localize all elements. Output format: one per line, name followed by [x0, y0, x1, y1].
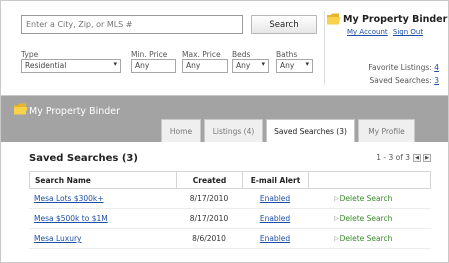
created-date: 8/6/2010: [192, 234, 226, 243]
table-row: Mesa Lots $300k+ 8/17/2010 Enabled ▷ Dele…: [29, 189, 431, 209]
panel-title: My Property Binder: [29, 106, 121, 117]
search-button[interactable]: Search: [251, 15, 317, 34]
saved-searches-content: Saved Searches (3) 1 - 3 of 3 ◀ ▶ Search…: [1, 142, 448, 262]
favorite-listings-count-link[interactable]: 4: [434, 63, 439, 72]
table-row: Mesa $500k to $1M 8/17/2010 Enabled ▷ Del…: [29, 209, 431, 229]
baths-value: Any: [280, 61, 295, 70]
email-alert-toggle[interactable]: Enabled: [260, 234, 290, 243]
saved-searches-label: Saved Searches:: [369, 76, 432, 85]
tab-home[interactable]: Home: [161, 119, 201, 142]
beds-select[interactable]: Any ▾: [232, 59, 269, 73]
type-label: Type: [21, 50, 39, 59]
min-price-value: Any: [135, 61, 150, 70]
delete-search-button[interactable]: ▷ Delete Search: [308, 209, 429, 228]
account-links: My Account Sign Out: [347, 28, 426, 36]
dropdown-arrow-icon: ▾: [305, 60, 309, 68]
pager-text: 1 - 3 of 3: [376, 153, 410, 162]
dropdown-arrow-icon: ▾: [261, 60, 265, 68]
email-alert-toggle[interactable]: Enabled: [260, 194, 290, 203]
search-name-link[interactable]: Mesa $500k to $1M: [34, 214, 108, 223]
search-name-link[interactable]: Mesa Lots $300k+: [34, 194, 104, 203]
folder-icon: [14, 103, 28, 115]
saved-searches-count-link[interactable]: 3: [434, 76, 439, 85]
tab-saved-searches[interactable]: Saved Searches (3): [266, 119, 355, 143]
type-value: Residential: [25, 61, 67, 70]
favorite-listings: Favorite Listings: 4: [368, 63, 439, 72]
vertical-divider: [324, 11, 325, 85]
saved-searches-table: Search Name Created E-mail Alert Mesa Lo…: [29, 171, 431, 249]
table-header: Search Name Created E-mail Alert: [29, 171, 431, 189]
search-row: Search: [21, 15, 317, 34]
table-row: Mesa Luxury 8/6/2010 Enabled ▷ Delete Sea…: [29, 229, 431, 249]
created-date: 8/17/2010: [189, 214, 229, 223]
arrow-right-icon[interactable]: ▶: [423, 153, 431, 162]
delete-search-button[interactable]: ▷ Delete Search: [308, 189, 429, 208]
min-price-label: Min. Price: [131, 50, 168, 59]
favorite-listings-label: Favorite Listings:: [368, 63, 432, 72]
triangle-right-icon: ▷: [334, 235, 339, 242]
binder-title: My Property Binder: [343, 14, 448, 25]
panel-header: My Property Binder Home Listings (4) Sav…: [1, 96, 448, 143]
delete-search-label: Delete Search: [339, 194, 393, 203]
dropdown-arrow-icon: ▾: [113, 60, 117, 68]
beds-label: Beds: [232, 50, 251, 59]
triangle-right-icon: ▷: [334, 215, 339, 222]
tab-listings[interactable]: Listings (4): [204, 119, 263, 142]
max-price-input[interactable]: Any: [182, 59, 228, 73]
tab-my-profile[interactable]: My Profile: [358, 119, 415, 142]
property-binder-panel: My Property Binder Home Listings (4) Sav…: [0, 95, 449, 263]
binder-counts: Favorite Listings: 4 Saved Searches: 3: [368, 63, 439, 85]
email-alert-toggle[interactable]: Enabled: [260, 214, 290, 223]
sign-out-link[interactable]: Sign Out: [393, 28, 423, 36]
column-email-alert: E-mail Alert: [243, 172, 309, 188]
column-search-name: Search Name: [30, 172, 177, 188]
delete-search-label: Delete Search: [339, 234, 393, 243]
search-name-link[interactable]: Mesa Luxury: [34, 234, 82, 243]
saved-searches: Saved Searches: 3: [368, 76, 439, 85]
column-actions: [309, 172, 430, 188]
section-title: Saved Searches (3): [29, 153, 138, 164]
baths-select[interactable]: Any ▾: [276, 59, 313, 73]
triangle-right-icon: ▷: [334, 195, 339, 202]
delete-search-button[interactable]: ▷ Delete Search: [308, 229, 429, 248]
delete-search-label: Delete Search: [339, 214, 393, 223]
folder-icon: [327, 13, 341, 25]
my-account-link[interactable]: My Account: [347, 28, 388, 36]
baths-label: Baths: [276, 50, 298, 59]
panel-tabs: Home Listings (4) Saved Searches (3) My …: [161, 119, 418, 143]
top-search-area: Search Type Residential ▾ Min. Price Any…: [0, 0, 449, 95]
arrow-left-icon[interactable]: ◀: [413, 153, 421, 162]
type-select[interactable]: Residential ▾: [21, 59, 121, 73]
max-price-value: Any: [186, 61, 201, 70]
max-price-label: Max. Price: [182, 50, 221, 59]
created-date: 8/17/2010: [189, 194, 229, 203]
pager: 1 - 3 of 3 ◀ ▶: [376, 153, 431, 162]
min-price-input[interactable]: Any: [131, 59, 176, 73]
search-input[interactable]: [21, 15, 243, 34]
column-created: Created: [177, 172, 243, 188]
beds-value: Any: [236, 61, 251, 70]
